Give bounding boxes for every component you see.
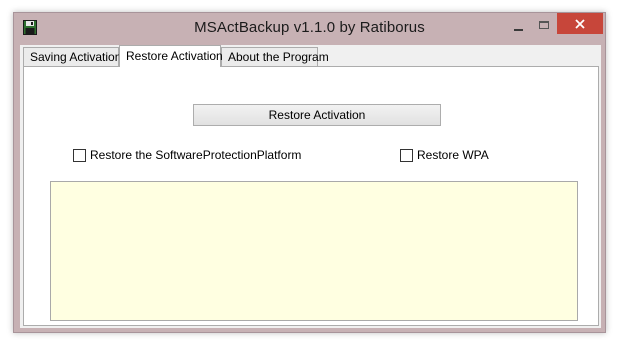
restore-wpa-label: Restore WPA: [417, 148, 489, 162]
tab-about-program[interactable]: About the Program: [221, 47, 329, 66]
restore-spp-option[interactable]: Restore the SoftwareProtectionPlatform: [73, 148, 301, 162]
minimize-icon: [513, 28, 523, 31]
restore-activation-panel: Restore Activation Restore the SoftwareP…: [23, 66, 599, 326]
maximize-icon: [539, 21, 549, 29]
restore-wpa-checkbox[interactable]: [400, 148, 413, 162]
close-icon: [575, 18, 585, 29]
app-window: MSActBackup v1.1.0 by Ratiborus Saving A…: [13, 12, 606, 333]
client-area: Saving Activation Restore Activation Abo…: [20, 45, 601, 328]
log-output-area[interactable]: [50, 181, 578, 321]
maximize-button[interactable]: [531, 15, 557, 35]
tab-restore-activation[interactable]: Restore Activation: [119, 45, 223, 67]
tab-saving-activation[interactable]: Saving Activation: [23, 47, 121, 66]
close-button[interactable]: [557, 13, 603, 34]
title-bar[interactable]: MSActBackup v1.1.0 by Ratiborus: [14, 13, 605, 43]
restore-wpa-option[interactable]: Restore WPA: [400, 148, 489, 162]
minimize-button[interactable]: [505, 15, 531, 35]
restore-spp-label: Restore the SoftwareProtectionPlatform: [90, 148, 302, 162]
restore-activation-button[interactable]: Restore Activation: [193, 104, 441, 126]
restore-spp-checkbox[interactable]: [73, 148, 86, 162]
